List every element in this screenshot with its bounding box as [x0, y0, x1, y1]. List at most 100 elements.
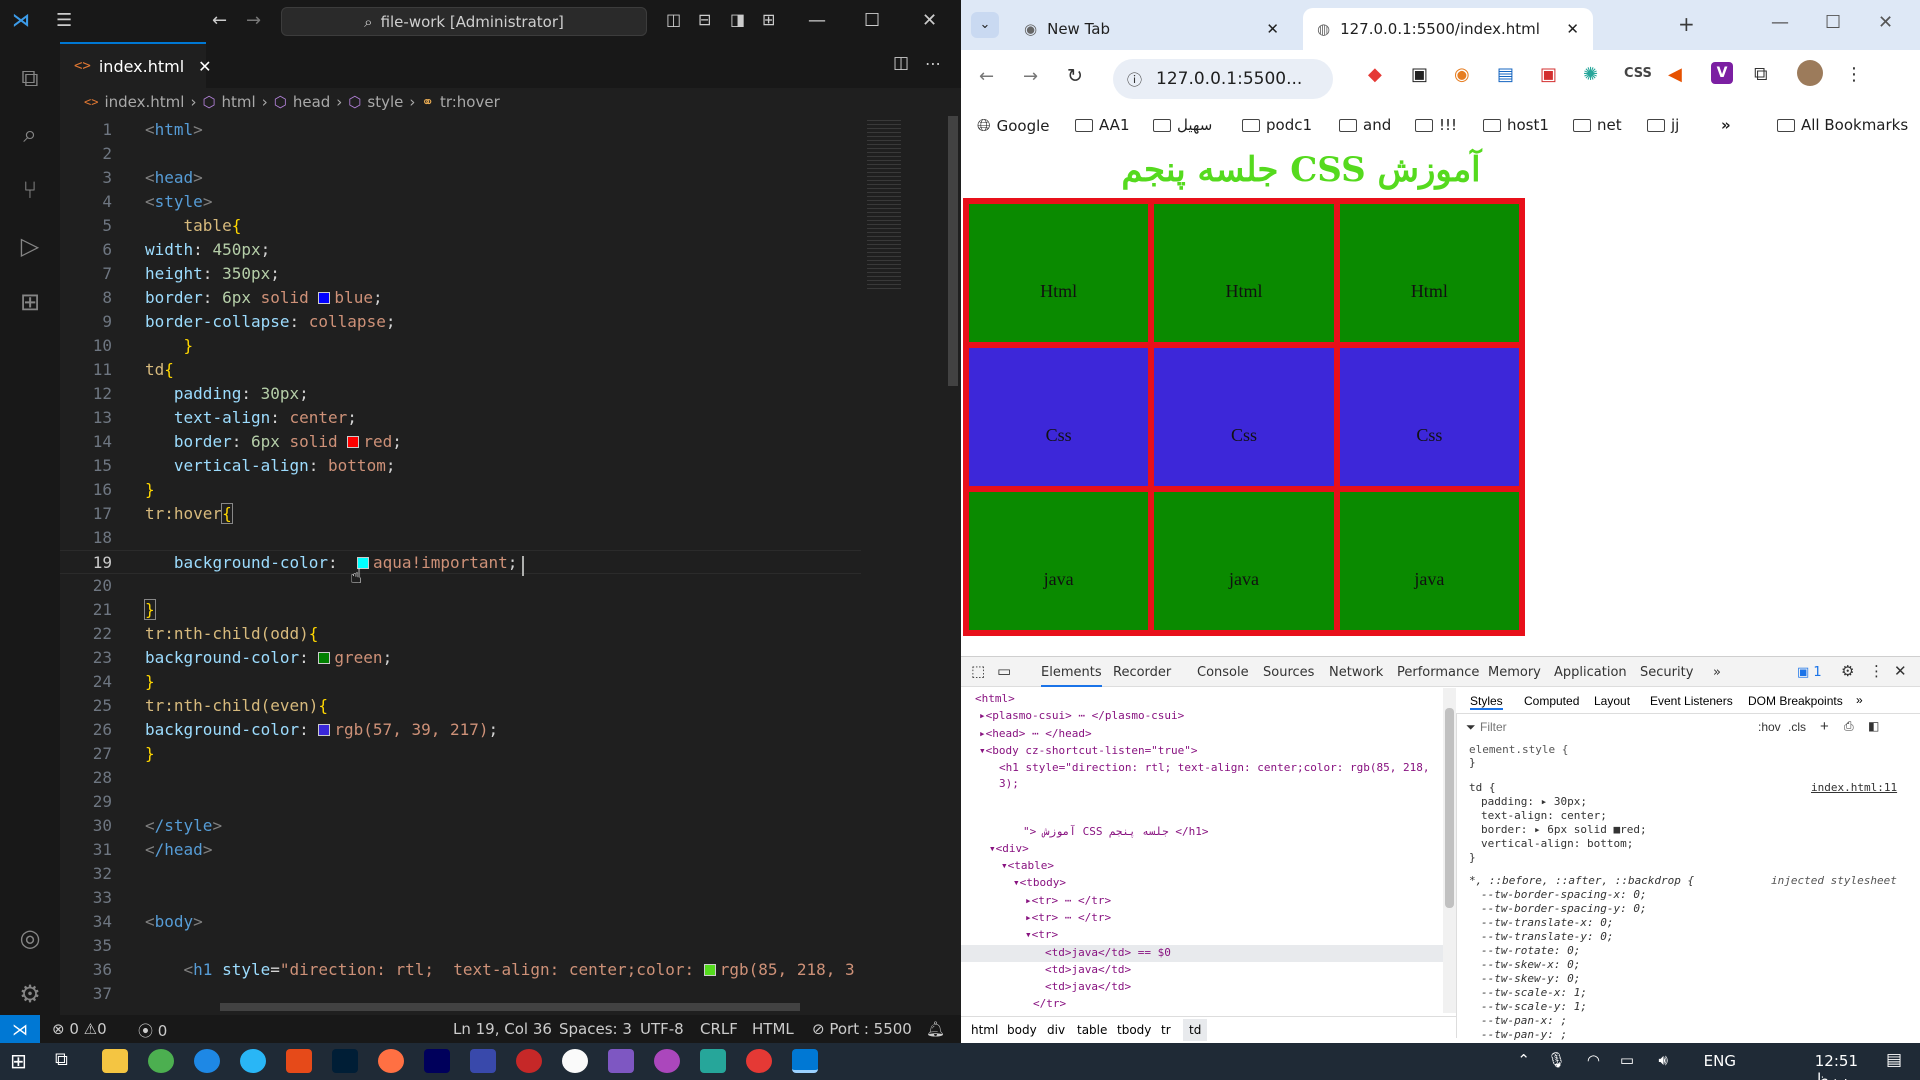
app-icon[interactable]: [654, 1049, 680, 1073]
toggle-sidebar-icon[interactable]: ◧: [1868, 719, 1879, 733]
dom-node[interactable]: ▾<tbody>: [1013, 876, 1066, 889]
bookmark-folder[interactable]: net: [1573, 116, 1622, 134]
style-declaration[interactable]: text-align: center;: [1481, 809, 1607, 822]
subtab-event-listeners[interactable]: Event Listeners: [1650, 694, 1733, 708]
back-arrow-icon[interactable]: ←: [979, 66, 994, 87]
crumb[interactable]: tbody: [1117, 1023, 1151, 1037]
clock[interactable]: 12:51 ب.ظ: [1815, 1052, 1858, 1080]
bookmark-google[interactable]: 🌐︎ Google: [977, 116, 1050, 136]
dom-node[interactable]: ▸<tr> ⋯ </tr>: [1025, 911, 1111, 924]
devtools-tab-recorder[interactable]: Recorder: [1113, 665, 1171, 680]
bookmark-folder[interactable]: and: [1339, 116, 1391, 134]
extensions-icon[interactable]: ⊞: [0, 274, 60, 330]
explorer-icon[interactable]: ⧉: [0, 50, 60, 106]
close-window-icon[interactable]: ✕: [1878, 12, 1893, 33]
edge-icon[interactable]: [194, 1049, 220, 1073]
show-hidden-icons-icon[interactable]: ⌃: [1517, 1051, 1530, 1069]
styles-filter-input[interactable]: [1480, 718, 1690, 736]
close-tab-icon[interactable]: ✕: [1266, 20, 1279, 38]
devtools-tab-application[interactable]: Application: [1554, 665, 1627, 680]
manage-gear-icon[interactable]: ⚙: [0, 966, 60, 1022]
maximize-icon[interactable]: ☐: [1825, 12, 1841, 33]
inspect-element-icon[interactable]: ⬚: [971, 662, 985, 680]
style-rule[interactable]: *, ::before, ::after, ::backdrop {: [1469, 874, 1694, 887]
task-view-icon[interactable]: ⧉: [55, 1049, 81, 1073]
close-devtools-icon[interactable]: ✕: [1894, 662, 1907, 680]
dom-node[interactable]: <h1 style="direction: rtl; text-align: c…: [999, 761, 1429, 774]
device-toolbar-icon[interactable]: ▭: [997, 662, 1011, 680]
extension-icon[interactable]: V: [1711, 62, 1733, 84]
dom-node[interactable]: <td>java</td>: [1045, 980, 1131, 993]
dom-node[interactable]: 3);: [999, 777, 1019, 790]
ports-indicator[interactable]: ⦿ 0: [138, 1020, 167, 1041]
windows-start-icon[interactable]: ⊞: [10, 1049, 36, 1073]
dom-node[interactable]: ▸<head> ⋯ </head>: [979, 727, 1092, 740]
devtools-tab-console[interactable]: Console: [1197, 665, 1249, 680]
back-arrow-icon[interactable]: ←: [212, 10, 227, 31]
color-swatch[interactable]: [703, 963, 716, 976]
style-declaration[interactable]: vertical-align: bottom;: [1481, 837, 1633, 850]
style-rule[interactable]: td {: [1469, 781, 1496, 794]
minimap[interactable]: [861, 116, 945, 1001]
menu-icon[interactable]: ☰: [56, 10, 72, 31]
bookmark-folder[interactable]: سهیل: [1153, 116, 1212, 134]
tab-search-icon[interactable]: ⌄: [971, 12, 999, 38]
toggle-sidebar-icon[interactable]: ◫: [666, 10, 681, 29]
crumb[interactable]: table: [1077, 1023, 1107, 1037]
cls-toggle[interactable]: .cls: [1788, 720, 1806, 734]
close-tab-icon[interactable]: ✕: [1566, 20, 1579, 38]
breadcrumb-item[interactable]: tr:hover: [440, 93, 500, 111]
code-editor[interactable]: 1 <html> 2 3 <head> 4 <style> 5 table{ 6 wid…: [60, 116, 861, 1001]
file-explorer-icon[interactable]: [102, 1049, 128, 1073]
vscode-taskbar-icon[interactable]: [792, 1049, 818, 1073]
visual-studio-icon[interactable]: [608, 1049, 634, 1073]
dom-scrollbar[interactable]: [1443, 688, 1456, 1013]
scrollbar-thumb[interactable]: [948, 116, 958, 386]
site-info-icon[interactable]: ⓘ: [1127, 69, 1142, 90]
style-rule[interactable]: element.style {: [1469, 743, 1568, 756]
devtools-tab-sources[interactable]: Sources: [1263, 665, 1314, 680]
more-actions-icon[interactable]: ⋯: [925, 54, 941, 73]
input-language[interactable]: ENG: [1704, 1052, 1736, 1070]
split-editor-icon[interactable]: ◫: [893, 53, 909, 73]
bookmark-folder[interactable]: AA1: [1075, 116, 1129, 134]
minimize-icon[interactable]: —: [1771, 12, 1789, 33]
scrollbar-thumb[interactable]: [1445, 708, 1454, 908]
dom-node[interactable]: </tr>: [1033, 997, 1066, 1010]
extension-icon[interactable]: ▣: [1540, 64, 1557, 85]
address-bar[interactable]: ⓘ 127.0.0.1:5500...: [1113, 59, 1333, 99]
dom-node[interactable]: "> آموزش CSS جلسه پنجم </h1>: [1023, 825, 1208, 838]
devtools-tab-performance[interactable]: Performance: [1397, 665, 1479, 680]
crumb[interactable]: tr: [1161, 1023, 1171, 1037]
devtools-tab-elements[interactable]: Elements: [1041, 665, 1102, 687]
volume-icon[interactable]: 🔊︎: [1659, 1051, 1668, 1069]
dom-node[interactable]: ▸<plasmo-csui> ⋯ </plasmo-csui>: [979, 709, 1184, 722]
end-of-line[interactable]: CRLF: [700, 1020, 738, 1038]
run-debug-icon[interactable]: ▷: [0, 218, 60, 274]
dom-node[interactable]: ▾<tr>: [1025, 928, 1058, 941]
encoding[interactable]: UTF-8: [640, 1020, 684, 1038]
dom-tree[interactable]: <html> ▸<plasmo-csui> ⋯ </plasmo-csui> ▸…: [961, 688, 1443, 1013]
devtools-tab-network[interactable]: Network: [1329, 665, 1383, 680]
microphone-icon[interactable]: 🎙︎: [1547, 1051, 1566, 1069]
subtab-layout[interactable]: Layout: [1594, 694, 1630, 708]
element-state-icon[interactable]: ⎙: [1844, 719, 1854, 734]
photoshop-icon[interactable]: [332, 1049, 358, 1073]
problems-indicator[interactable]: ⊗ 0 ⚠0: [52, 1020, 107, 1038]
issues-badge[interactable]: ▣ 1: [1797, 665, 1822, 680]
tab-localhost[interactable]: ◍ 127.0.0.1:5500/index.html ✕: [1303, 8, 1593, 50]
extension-icon[interactable]: ✺: [1583, 64, 1598, 85]
more-bookmarks-icon[interactable]: »: [1721, 116, 1731, 134]
reload-icon[interactable]: ↻: [1067, 65, 1083, 87]
live-server-port[interactable]: ⊘ Port : 5500: [812, 1020, 912, 1038]
app-icon[interactable]: [286, 1049, 312, 1073]
devtools-tab-security[interactable]: Security: [1640, 665, 1693, 680]
new-rule-icon[interactable]: +: [1820, 718, 1829, 735]
devtools-tab-memory[interactable]: Memory: [1488, 665, 1541, 680]
style-source-link[interactable]: index.html:11: [1811, 781, 1897, 794]
extension-icon[interactable]: ▣: [1411, 64, 1428, 85]
toggle-panel-icon[interactable]: ⊟: [698, 10, 711, 29]
tab-new-tab[interactable]: ◉ New Tab ✕: [1010, 8, 1293, 50]
scrollbar-thumb[interactable]: [220, 1003, 800, 1011]
style-declaration[interactable]: padding: ▸ 30px;: [1481, 795, 1587, 808]
